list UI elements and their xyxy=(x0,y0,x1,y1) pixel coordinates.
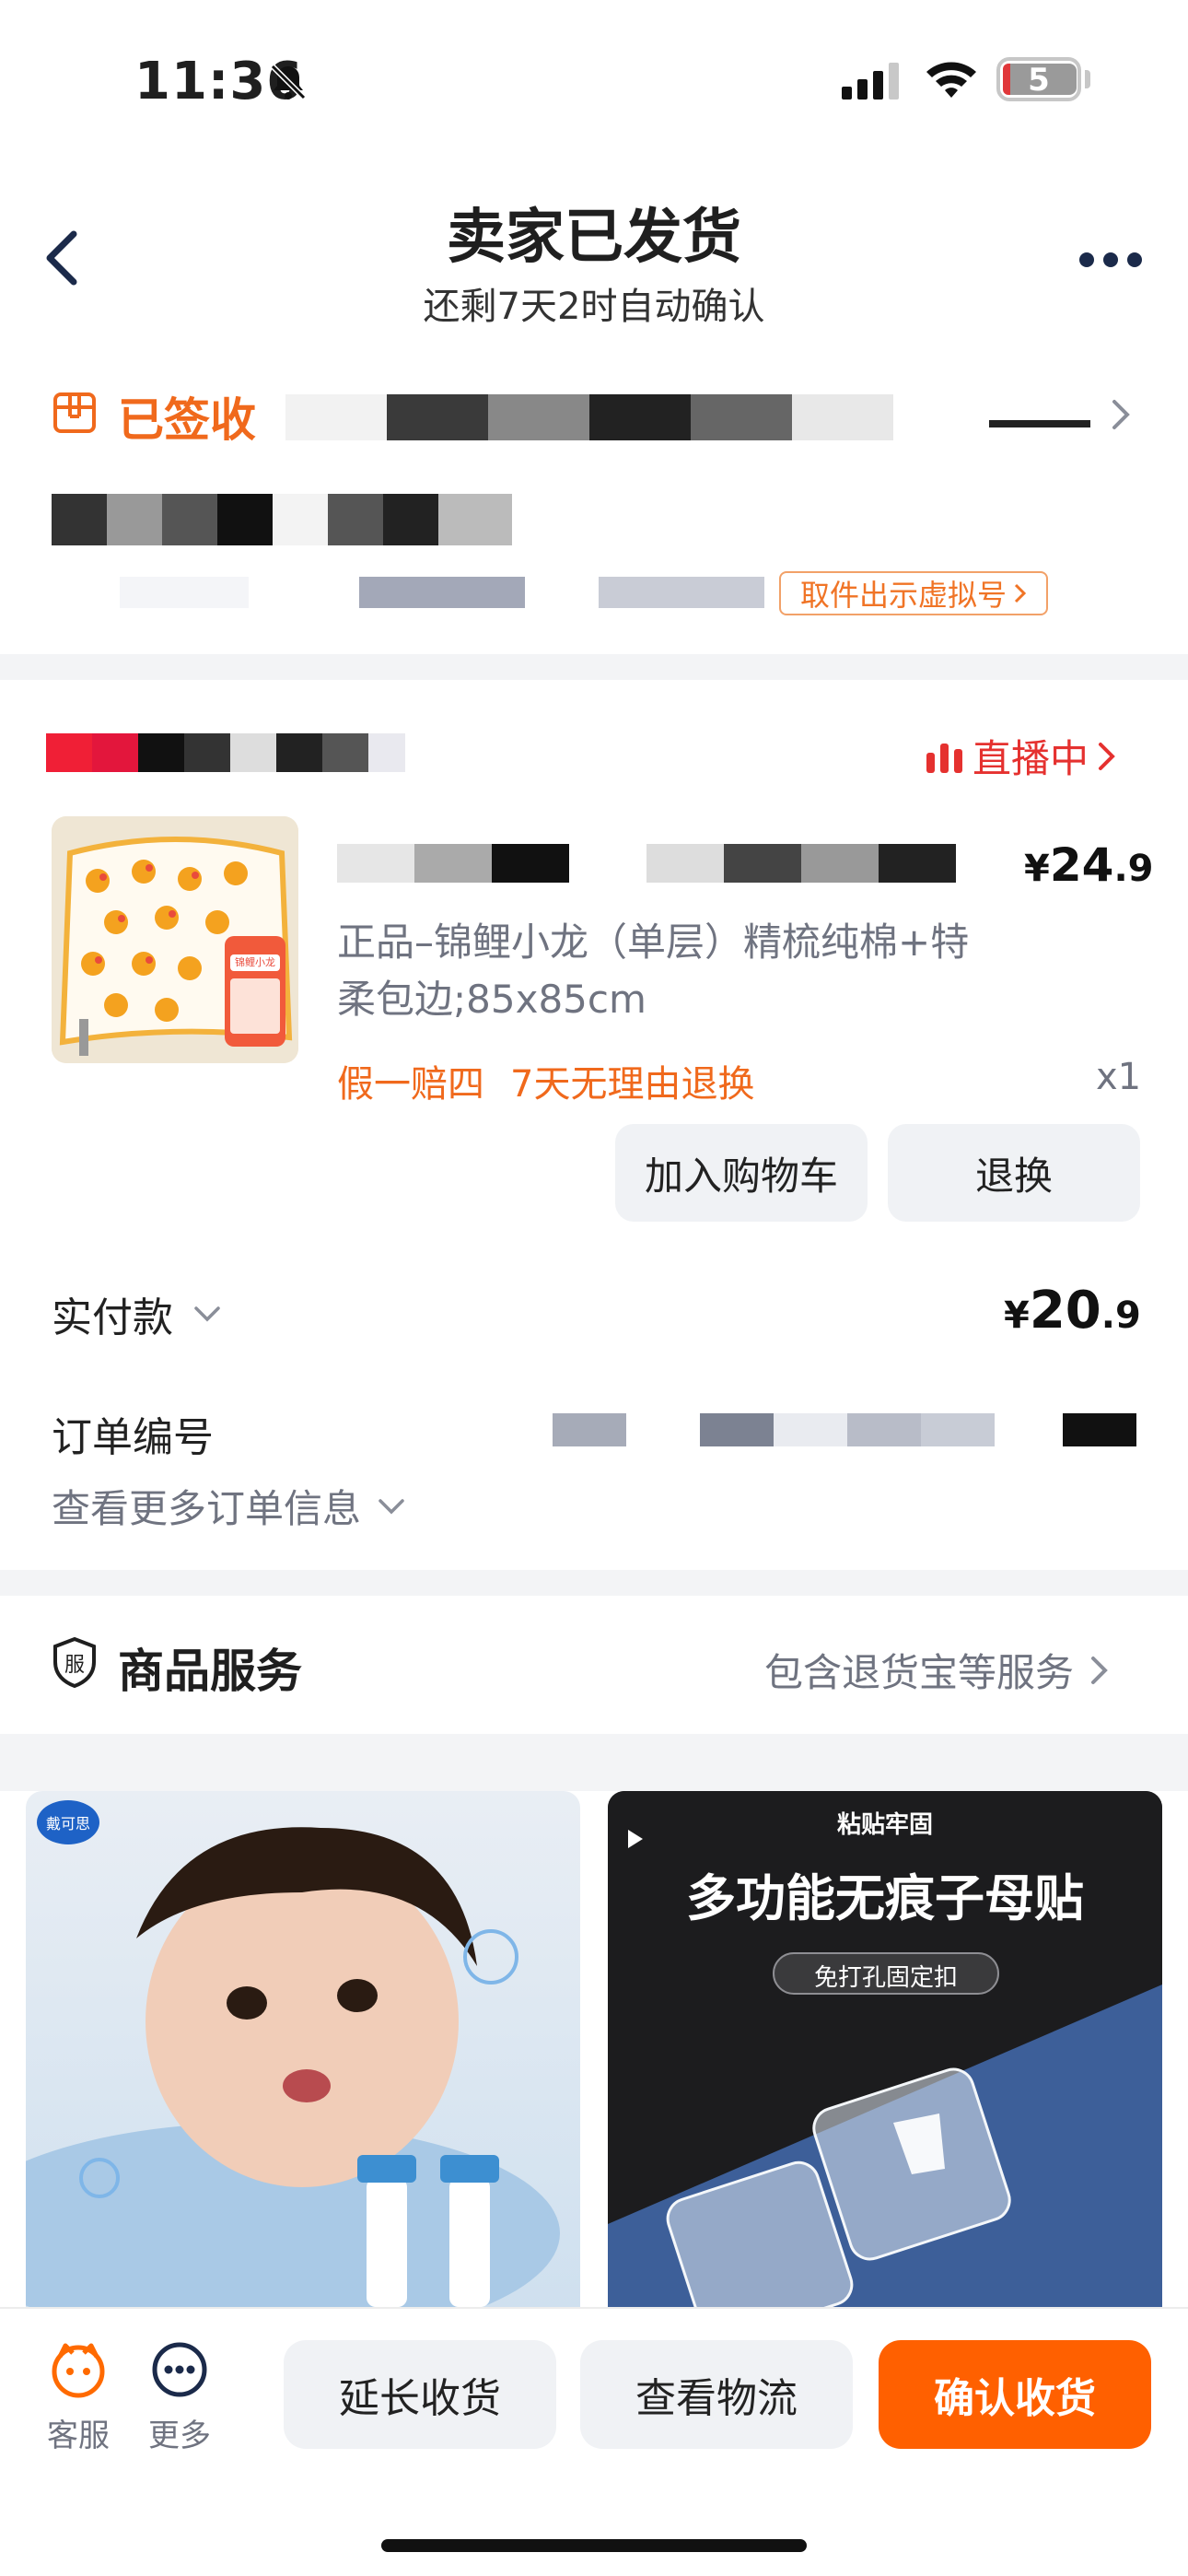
redacted-logistics-info xyxy=(285,394,893,440)
wifi-icon xyxy=(926,62,976,98)
service-title: 商品服务 xyxy=(118,1645,302,1698)
extend-receipt-button[interactable]: 延长收货 xyxy=(284,2340,556,2449)
currency-symbol: ¥ xyxy=(1004,1294,1030,1337)
chevron-right-icon xyxy=(1112,400,1130,429)
product-image[interactable]: 锦鲤小龙 xyxy=(52,816,298,1063)
tag-7day-return: 7天无理由退换 xyxy=(510,1063,755,1106)
live-streaming-badge[interactable]: 直播中 xyxy=(926,728,1116,784)
customer-service-icon xyxy=(52,2343,105,2398)
product-service-row[interactable]: 服 商品服务 包含退货宝等服务 xyxy=(0,1596,1188,1734)
live-label: 直播中 xyxy=(973,736,1089,781)
logistics-section[interactable]: 已签收 取件出示虚拟号 xyxy=(0,369,1188,654)
battery-level: 5 xyxy=(1028,62,1050,99)
chevron-right-icon xyxy=(1099,742,1115,770)
more-dots-icon xyxy=(152,2342,207,2397)
battery-icon: 5 xyxy=(996,57,1081,101)
cellular-signal-icon xyxy=(842,63,899,100)
battery-tip xyxy=(1085,70,1090,88)
service-description-label: 包含退货宝等服务 xyxy=(764,1650,1075,1695)
actual-payment-amount: ¥20.9 xyxy=(1004,1281,1141,1341)
shop-name-redacted[interactable] xyxy=(46,733,405,772)
product-price: ¥24.9 xyxy=(1024,838,1153,892)
view-logistics-button[interactable]: 查看物流 xyxy=(580,2340,853,2449)
service-description: 包含退货宝等服务 xyxy=(764,1642,1109,1698)
bell-muted-icon xyxy=(270,64,307,100)
price-decimal: .9 xyxy=(1101,1294,1141,1337)
order-number-label: 订单编号 xyxy=(52,1414,214,1461)
redacted-address xyxy=(52,494,512,545)
service-shield-icon: 服 xyxy=(53,1636,96,1688)
price-integer: 24 xyxy=(1049,838,1114,892)
recommendation-card-adhesive-hook[interactable]: 粘贴牢固 多功能无痕子母贴 免打孔固定扣 xyxy=(608,1791,1162,2307)
chevron-right-icon xyxy=(1091,1656,1108,1684)
home-indicator xyxy=(381,2539,807,2552)
actual-payment-row[interactable]: 实付款 xyxy=(52,1284,221,1343)
brand-badge: 戴可思 xyxy=(45,1815,90,1832)
currency-symbol: ¥ xyxy=(1024,848,1050,890)
pickup-virtual-number-button[interactable]: 取件出示虚拟号 xyxy=(779,571,1048,615)
product-quantity: x1 xyxy=(1096,1056,1142,1098)
add-to-cart-button[interactable]: 加入购物车 xyxy=(615,1124,868,1222)
actual-payment-label: 实付款 xyxy=(52,1294,173,1341)
product-pill: 免打孔固定扣 xyxy=(813,1964,958,1992)
price-decimal: .9 xyxy=(1113,848,1154,890)
live-bars-icon xyxy=(926,743,962,773)
logistics-status: 已签收 xyxy=(118,393,256,447)
section-divider xyxy=(0,1734,1188,1791)
auto-confirm-countdown: 还剩7天2时自动确认 xyxy=(423,286,765,328)
section-divider xyxy=(0,654,1188,680)
redacted-logistics-info-2 xyxy=(989,420,1090,427)
chevron-down-icon xyxy=(194,1306,220,1322)
more-tab[interactable]: 更多 xyxy=(138,2340,221,2454)
product-image-label: 锦鲤小龙 xyxy=(235,956,275,968)
service-icon-char: 服 xyxy=(64,1654,85,1677)
page-title: 卖家已发货 xyxy=(447,204,741,272)
product-headline: 多功能无痕子母贴 xyxy=(686,1869,1084,1927)
pickup-button-label: 取件出示虚拟号 xyxy=(799,578,1007,613)
chevron-right-icon xyxy=(1014,583,1027,603)
return-exchange-button[interactable]: 退换 xyxy=(888,1124,1140,1222)
price-integer: 20 xyxy=(1029,1281,1101,1341)
confirm-receipt-button[interactable]: 确认收货 xyxy=(879,2340,1151,2449)
tag-fake-compensation: 假一赔四 xyxy=(337,1063,484,1106)
product-guarantee-tags: 假一赔四 7天无理由退换 xyxy=(337,1054,780,1107)
view-more-order-info-label: 查看更多订单信息 xyxy=(52,1486,362,1531)
more-options-button[interactable] xyxy=(1077,249,1144,271)
package-box-icon xyxy=(53,392,96,433)
chevron-down-icon xyxy=(379,1498,404,1514)
product-top-label: 粘贴牢固 xyxy=(836,1811,933,1839)
view-more-order-info[interactable]: 查看更多订单信息 xyxy=(52,1478,405,1534)
product-sku: 正品–锦鲤小龙（单层）精梳纯棉+特柔包边;85x85cm xyxy=(337,919,970,1022)
customer-service-label: 客服 xyxy=(47,2418,110,2454)
product-title-redacted[interactable] xyxy=(337,844,958,883)
customer-service-tab[interactable]: 客服 xyxy=(37,2340,120,2454)
more-label: 更多 xyxy=(148,2418,211,2454)
section-divider xyxy=(0,1570,1188,1596)
order-number-redacted[interactable] xyxy=(553,1413,1136,1446)
recommendation-card-baby-care[interactable]: 戴可思 xyxy=(26,1791,580,2307)
redacted-phone xyxy=(120,577,764,608)
